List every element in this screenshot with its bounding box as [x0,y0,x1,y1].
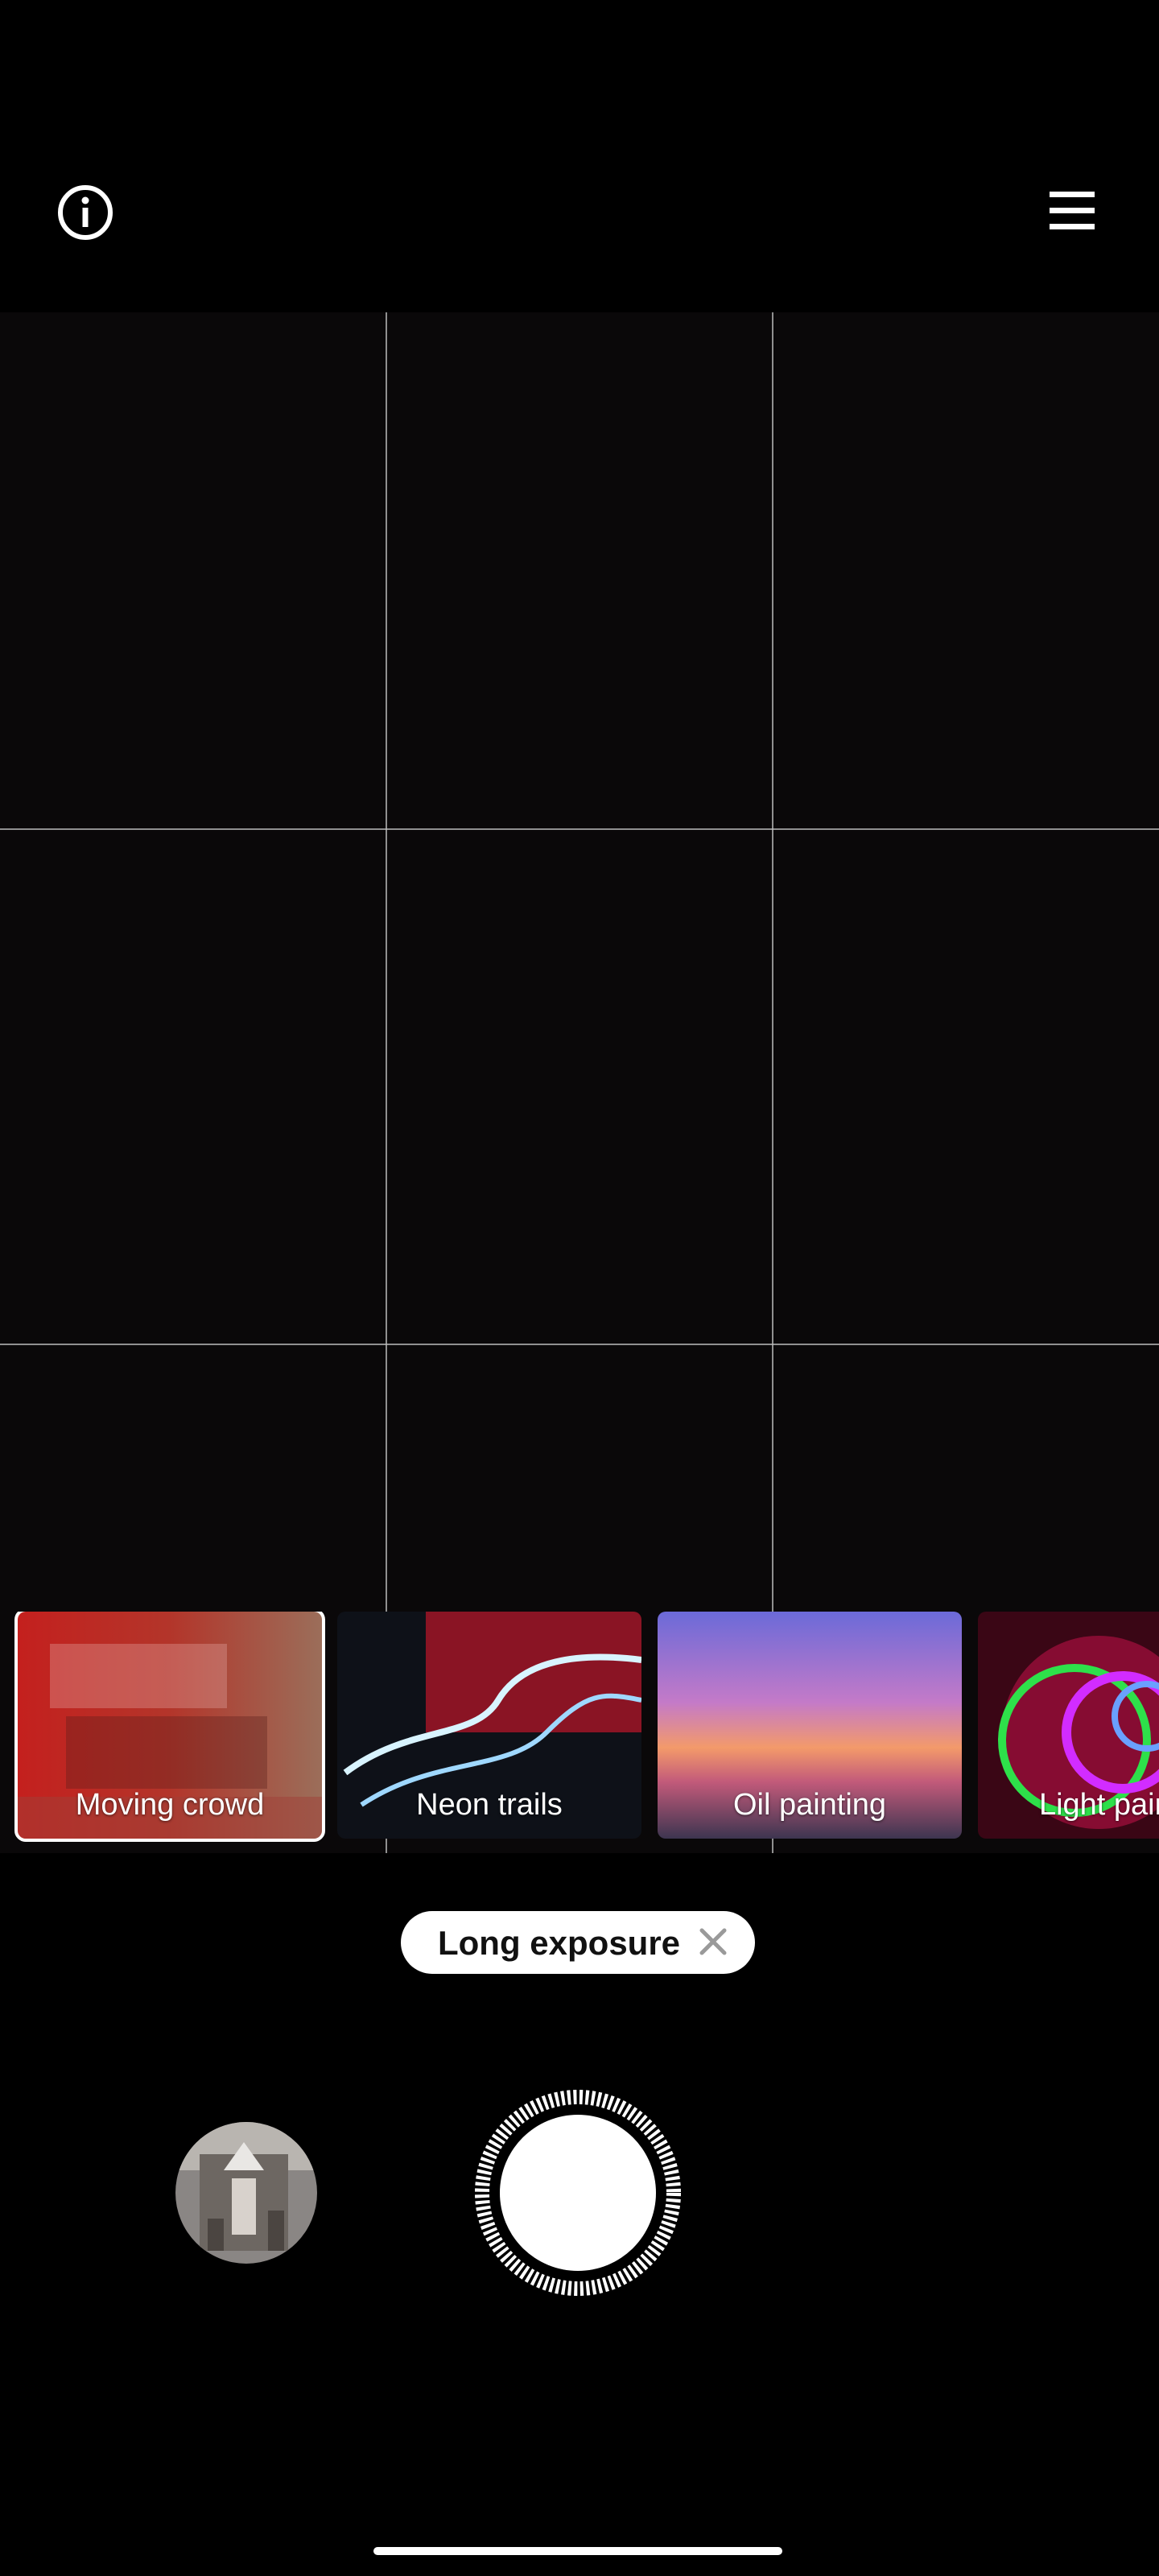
info-icon[interactable] [56,184,114,242]
filter-oil-painting[interactable]: Oil painting [658,1612,962,1839]
shutter-button[interactable] [473,2088,683,2297]
close-icon[interactable] [697,1926,729,1958]
filter-carousel[interactable]: Moving crowd Neon trails Oil painting Li… [0,1612,1159,1842]
mode-chip[interactable]: Long exposure [401,1911,755,1974]
hamburger-menu-icon[interactable] [1050,190,1095,232]
mode-chip-label: Long exposure [438,1924,681,1962]
grid-line [0,828,1159,830]
filter-light-painting[interactable]: Light painting [978,1612,1159,1839]
gallery-thumbnail[interactable] [175,2122,317,2264]
top-bar [0,0,1159,312]
home-indicator[interactable] [373,2547,782,2555]
filter-moving-crowd[interactable]: Moving crowd [14,1612,325,1842]
filter-label: Oil painting [732,1788,887,1822]
filter-neon-trails[interactable]: Neon trails [337,1612,641,1839]
gallery-photo [175,2122,317,2264]
filter-label: Neon trails [416,1788,563,1822]
filter-label: Moving crowd [75,1788,265,1822]
filter-label: Light painting [1038,1788,1159,1822]
grid-line [0,1344,1159,1345]
